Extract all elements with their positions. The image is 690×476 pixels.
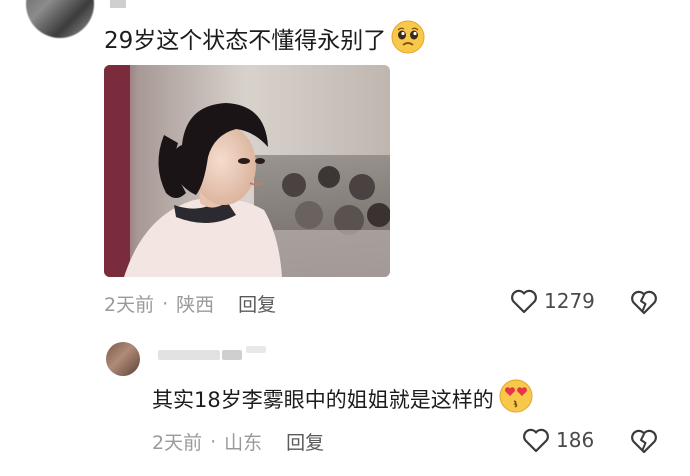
- reply-name-redacted[interactable]: [158, 350, 220, 360]
- commenter-avatar[interactable]: [26, 0, 94, 38]
- broken-heart-icon: [631, 429, 657, 454]
- reply-button[interactable]: 回复: [238, 290, 276, 317]
- reply-text: 其实18岁李雾眼中的姐姐就是这样的: [152, 378, 534, 427]
- dislike-button[interactable]: [630, 289, 658, 319]
- reply-time: 2天前: [152, 432, 203, 454]
- broken-heart-icon: [631, 290, 657, 315]
- like-count: 1279: [544, 289, 595, 313]
- comment-meta: 2天前 · 陕西 回复: [104, 290, 276, 317]
- reply-meta: 2天前 · 山东 回复: [152, 428, 324, 455]
- comment-text: 29岁这个状态不懂得永别了: [104, 19, 426, 66]
- heart-eyes-kiss-icon: [498, 378, 534, 427]
- commenter-name-redacted[interactable]: [110, 0, 126, 8]
- reply-reply-button[interactable]: 回复: [286, 428, 324, 455]
- comment-photo[interactable]: [104, 65, 390, 277]
- reply-like-button[interactable]: 186: [522, 427, 594, 453]
- reply-dislike-button[interactable]: [630, 428, 658, 458]
- comment-time: 2天前: [104, 294, 155, 316]
- pleading-face-icon: [390, 19, 426, 66]
- meta-separator: ·: [210, 430, 217, 453]
- reply-name-redacted-part: [246, 346, 266, 353]
- heart-outline-icon: [523, 428, 549, 453]
- like-button[interactable]: 1279: [510, 288, 595, 314]
- comment-location: 陕西: [176, 294, 215, 316]
- reply-text-content: 其实18岁李雾眼中的姐姐就是这样的: [152, 388, 494, 412]
- heart-outline-icon: [511, 289, 537, 314]
- reply-like-count: 186: [556, 428, 595, 452]
- meta-separator: ·: [162, 292, 169, 315]
- reply-location: 山东: [224, 432, 263, 454]
- reply-name-redacted-part: [222, 350, 242, 360]
- reply-avatar[interactable]: [106, 342, 140, 376]
- comment-text-content: 29岁这个状态不懂得永别了: [104, 28, 387, 54]
